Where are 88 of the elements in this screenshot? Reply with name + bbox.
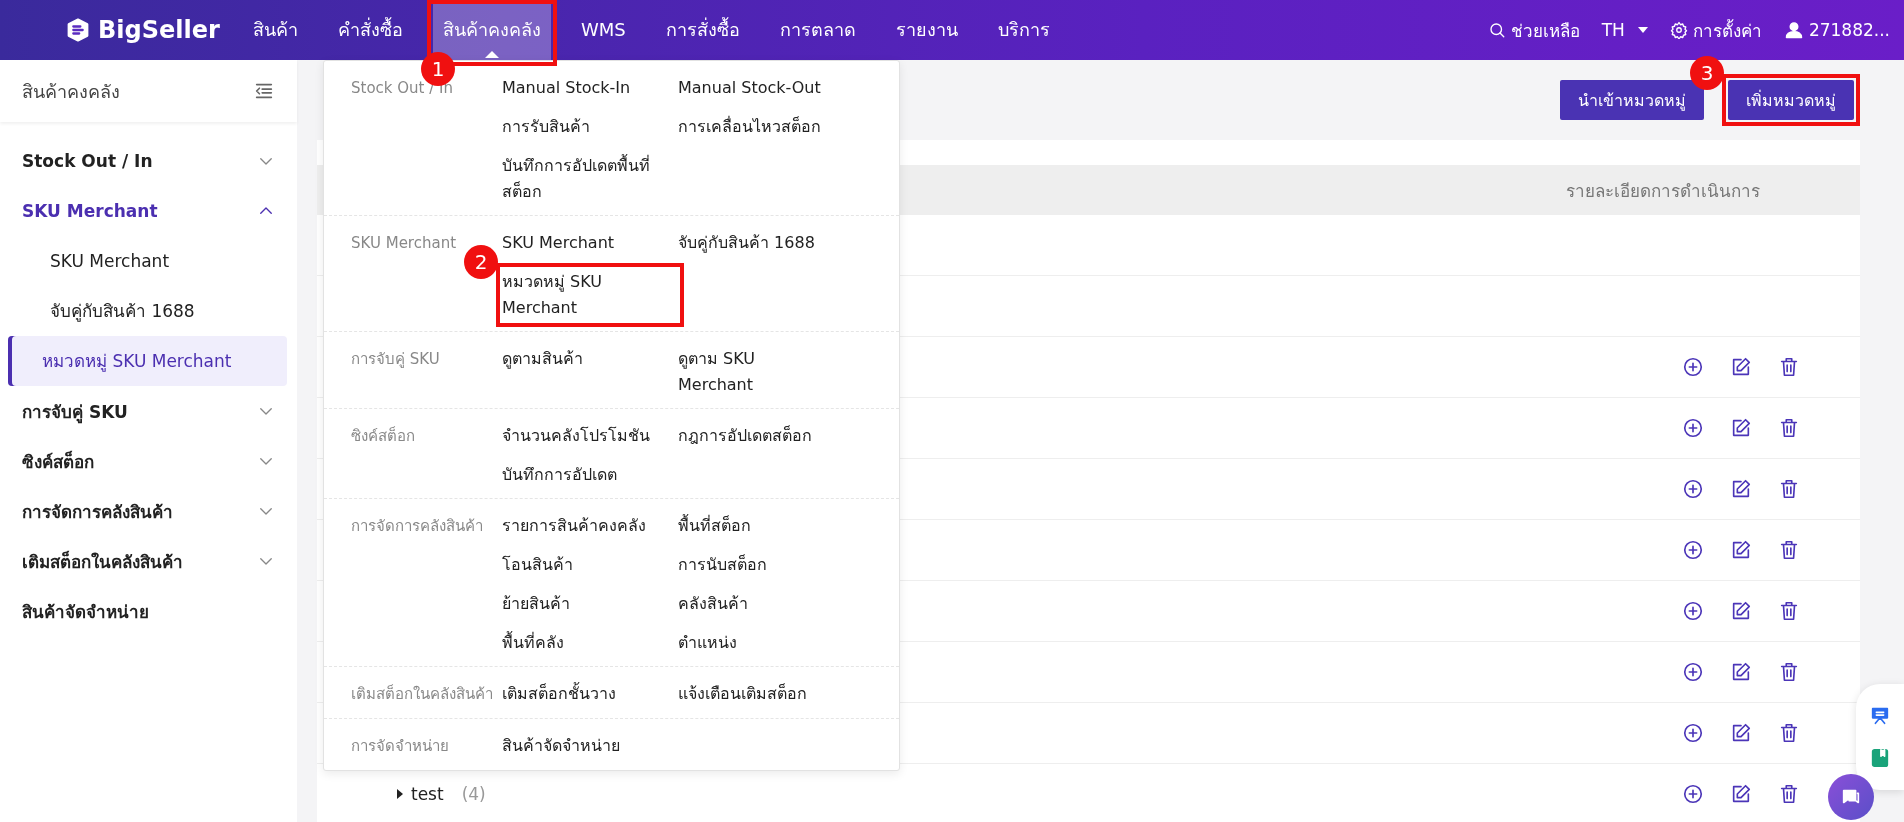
- delete-icon[interactable]: [1778, 478, 1800, 500]
- menu-item[interactable]: ดูตาม SKU Merchant: [678, 346, 838, 398]
- menu-item[interactable]: ตำแหน่ง: [678, 630, 838, 656]
- menu-item[interactable]: บันทึกการอัปเดต: [502, 462, 678, 488]
- menu-item[interactable]: การเคลื่อนไหวสต็อก: [678, 114, 838, 140]
- settings-link[interactable]: การตั้งค่า: [1669, 16, 1762, 44]
- edit-icon[interactable]: [1730, 478, 1752, 500]
- menu-item[interactable]: Manual Stock-In: [502, 75, 678, 101]
- edit-icon[interactable]: [1730, 417, 1752, 439]
- menu-group-label: การจับคู่ SKU: [351, 350, 440, 368]
- add-icon[interactable]: [1682, 417, 1704, 439]
- menu-group-label: การจัดการคลังสินค้า: [351, 517, 483, 535]
- edit-icon[interactable]: [1730, 600, 1752, 622]
- user-icon[interactable]: [1783, 20, 1804, 40]
- add-icon[interactable]: [1682, 600, 1704, 622]
- menu-item[interactable]: พื้นที่สต็อก: [678, 513, 838, 539]
- nav-tab[interactable]: คำสั่งซื้อ: [328, 4, 413, 56]
- search-icon[interactable]: [1487, 21, 1506, 39]
- sidebar-group[interactable]: การจับคู่ SKU: [0, 386, 297, 436]
- language-dropdown[interactable]: TH: [1601, 20, 1648, 40]
- edit-icon[interactable]: [1730, 722, 1752, 744]
- menu-item[interactable]: จับคู่กับสินค้า 1688: [678, 230, 838, 256]
- menu-item[interactable]: กฎการอัปเดตสต็อก: [678, 423, 838, 449]
- menu-item[interactable]: บันทึกการอัปเดตพื้นที่สต็อก: [502, 153, 678, 205]
- delete-icon[interactable]: [1778, 356, 1800, 378]
- sidebar-title: สินค้าคงคลัง: [22, 79, 120, 104]
- menu-group-label: เติมสต็อกในคลังสินค้า: [351, 685, 493, 703]
- menu-group-label: SKU Merchant: [351, 234, 457, 252]
- menu-item[interactable]: สินค้าจัดจำหน่าย: [502, 733, 678, 760]
- column-header: รายละเอียดการดำเนินการ: [1566, 179, 1760, 203]
- menu-item[interactable]: SKU Merchant: [502, 230, 678, 256]
- user-menu[interactable]: 271882...: [1783, 20, 1890, 40]
- sidebar-item[interactable]: SKU Merchant: [8, 236, 287, 286]
- menu-item[interactable]: เติมสต็อกชั้นวาง: [502, 681, 678, 708]
- sidebar-group[interactable]: ซิงค์สต็อก: [0, 436, 297, 486]
- add-icon[interactable]: [1682, 356, 1704, 378]
- category-name: test: [411, 784, 444, 804]
- menu-item[interactable]: พื้นที่คลัง: [502, 630, 678, 656]
- nav-tab[interactable]: การสั่งซื้อ: [655, 4, 750, 56]
- announcement-icon[interactable]: [1869, 705, 1891, 727]
- nav-tab[interactable]: รายงาน: [885, 4, 968, 56]
- add-icon[interactable]: [1682, 661, 1704, 683]
- book-icon[interactable]: [1869, 747, 1891, 769]
- category-count: (4): [461, 784, 486, 804]
- menu-item[interactable]: โอนสินค้า: [502, 552, 678, 578]
- sidebar-item[interactable]: หมวดหมู่ SKU Merchant: [8, 336, 287, 386]
- menu-item[interactable]: แจ้งเตือนเติมสต็อก: [678, 681, 838, 708]
- menu-item[interactable]: ดูตามสินค้า: [502, 346, 678, 398]
- primary-button[interactable]: เพิ่มหมวดหมู่: [1728, 80, 1854, 120]
- menu-item[interactable]: ย้ายสินค้า: [502, 591, 678, 617]
- delete-icon[interactable]: [1778, 722, 1800, 744]
- delete-icon[interactable]: [1778, 783, 1800, 805]
- delete-icon[interactable]: [1778, 539, 1800, 561]
- sidebar-group[interactable]: การจัดการคลังสินค้า: [0, 486, 297, 536]
- sidebar-item[interactable]: สินค้าจัดจำหน่าย: [0, 586, 297, 636]
- edit-icon[interactable]: [1730, 356, 1752, 378]
- menu-item[interactable]: หมวดหมู่ SKU Merchant: [502, 269, 678, 321]
- menu-item[interactable]: การนับสต็อก: [678, 552, 838, 578]
- menu-item[interactable]: Manual Stock-Out: [678, 75, 838, 101]
- expand-caret-icon[interactable]: [397, 789, 403, 799]
- delete-icon[interactable]: [1778, 417, 1800, 439]
- nav-tab[interactable]: สินค้า: [243, 4, 308, 56]
- edit-icon[interactable]: [1730, 539, 1752, 561]
- sidebar-group[interactable]: SKU Merchant: [0, 186, 297, 236]
- menu-item[interactable]: รายการสินค้าคงคลัง: [502, 513, 678, 539]
- sidebar-group[interactable]: เติมสต็อกในคลังสินค้า: [0, 536, 297, 586]
- nav-tab[interactable]: WMS: [571, 4, 636, 56]
- delete-icon[interactable]: [1778, 600, 1800, 622]
- nav-tab[interactable]: การตลาด: [769, 4, 866, 56]
- menu-item[interactable]: การรับสินค้า: [502, 114, 678, 140]
- add-icon[interactable]: [1682, 478, 1704, 500]
- add-icon[interactable]: [1682, 783, 1704, 805]
- primary-button[interactable]: นำเข้าหมวดหมู่: [1560, 80, 1704, 120]
- menu-group-label: ซิงค์สต็อก: [351, 427, 415, 445]
- nav-tab[interactable]: บริการ: [987, 4, 1060, 56]
- add-icon[interactable]: [1682, 722, 1704, 744]
- add-icon[interactable]: [1682, 539, 1704, 561]
- logo-text: BigSeller: [98, 16, 220, 44]
- sidebar-group[interactable]: Stock Out / In: [0, 136, 297, 186]
- menu-item[interactable]: คลังสินค้า: [678, 591, 838, 617]
- menu-group-label: การจัดจำหน่าย: [351, 737, 449, 755]
- menu-item[interactable]: จำนวนคลังโปรโมชัน: [502, 423, 678, 449]
- settings-icon[interactable]: [1669, 21, 1688, 39]
- edit-icon[interactable]: [1730, 661, 1752, 683]
- delete-icon[interactable]: [1778, 661, 1800, 683]
- help-link[interactable]: ช่วยเหลือ: [1487, 16, 1580, 44]
- edit-icon[interactable]: [1730, 783, 1752, 805]
- sidebar-item[interactable]: จับคู่กับสินค้า 1688: [8, 286, 287, 336]
